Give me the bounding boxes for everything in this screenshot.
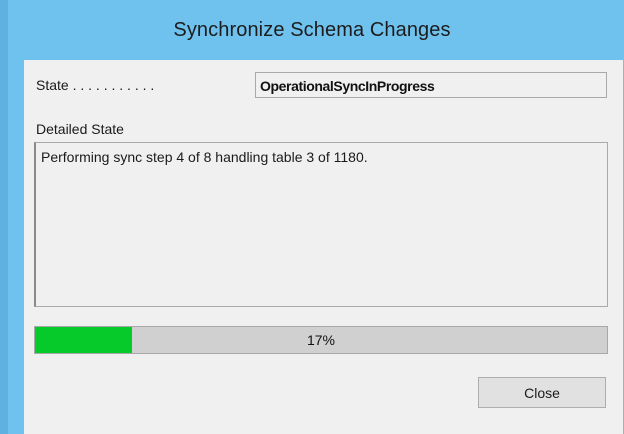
progress-percent-label: 17% bbox=[306, 332, 336, 348]
detailed-state-label: Detailed State bbox=[36, 121, 124, 137]
state-label: State . . . . . . . . . . . bbox=[36, 77, 155, 93]
progress-bar: 17% bbox=[34, 326, 608, 354]
state-value-field: OperationalSyncInProgress bbox=[255, 72, 607, 98]
close-button[interactable]: Close bbox=[478, 377, 606, 408]
dialog-window: Synchronize Schema Changes State . . . .… bbox=[8, 0, 624, 434]
dialog-client-area: State . . . . . . . . . . . OperationalS… bbox=[24, 60, 623, 434]
detailed-state-textbox[interactable]: Performing sync step 4 of 8 handling tab… bbox=[34, 142, 608, 307]
title-bar[interactable]: Synchronize Schema Changes bbox=[8, 0, 624, 60]
window-title: Synchronize Schema Changes bbox=[173, 18, 451, 41]
